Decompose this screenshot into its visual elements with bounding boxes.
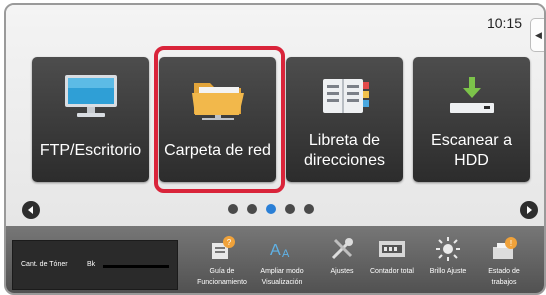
page-dot-active[interactable] <box>266 204 276 214</box>
next-page-button[interactable] <box>520 201 538 219</box>
tile-ftp-escritorio[interactable]: FTP/Escritorio <box>32 57 149 182</box>
download-to-hdd-icon <box>444 73 500 124</box>
job-status-button[interactable]: ! Estado de trabajos <box>476 232 532 293</box>
toner-level-bar <box>103 265 169 268</box>
tile-carpeta-de-red[interactable]: Carpeta de red <box>159 57 276 182</box>
svg-text:A: A <box>270 242 281 259</box>
total-count-button[interactable]: Contador total <box>364 232 420 293</box>
counter-icon <box>364 232 420 266</box>
brightness-button[interactable]: Brillo Ajuste <box>420 232 476 293</box>
page-dot[interactable] <box>228 204 238 214</box>
svg-text:A: A <box>282 248 290 260</box>
previous-page-button[interactable] <box>22 201 40 219</box>
display-zoom-button[interactable]: A A Ampliar modo Visualización <box>254 232 310 293</box>
page-dot[interactable] <box>304 204 314 214</box>
shortcut-label: Estado de trabajos <box>488 268 520 286</box>
chevron-right-icon <box>527 206 532 214</box>
tools-icon <box>314 232 370 266</box>
svg-text:!: ! <box>510 239 512 248</box>
tile-escanear-a-hdd[interactable]: Escanear a HDD <box>413 57 530 182</box>
folder-icon <box>190 73 246 126</box>
tile-label: Escanear a HDD <box>431 132 512 169</box>
page-indicator <box>228 204 314 214</box>
shortcut-label: Contador total <box>370 268 414 275</box>
settings-button[interactable]: Ajustes <box>314 232 370 293</box>
toner-label: Cant. de Tóner <box>21 261 68 268</box>
side-tab-toggle[interactable]: ◀ <box>530 18 544 52</box>
help-book-icon: ? <box>194 232 250 266</box>
tile-libreta-de-direcciones[interactable]: Libreta de direcciones <box>286 57 403 182</box>
address-book-icon <box>317 73 373 124</box>
job-status-icon: ! <box>476 232 532 266</box>
system-bar: Cant. de Tóner Bk ? Guía de Funcionamien… <box>6 226 544 293</box>
brightness-icon <box>420 232 476 266</box>
tile-label: Libreta de direcciones <box>304 132 385 169</box>
chevron-left-icon <box>28 206 33 214</box>
tile-label: FTP/Escritorio <box>39 142 142 159</box>
home-screen: 10:15 ◀ FTP/Escritorio Carpeta de red Li… <box>6 5 544 226</box>
shortcut-label: Ampliar modo Visualización <box>260 268 304 286</box>
toner-status: Cant. de Tóner Bk <box>12 240 178 290</box>
svg-text:?: ? <box>227 238 232 247</box>
tile-label: Carpeta de red <box>164 142 271 159</box>
monitor-icon <box>63 73 119 124</box>
clock: 10:15 <box>486 15 522 31</box>
shortcut-label: Ajustes <box>330 268 354 275</box>
arrow-left-icon: ◀ <box>535 29 542 40</box>
page-dot[interactable] <box>285 204 295 214</box>
touch-panel: 10:15 ◀ FTP/Escritorio Carpeta de red Li… <box>4 3 546 295</box>
guide-button[interactable]: ? Guía de Funcionamiento <box>194 232 250 293</box>
page-dot[interactable] <box>247 204 257 214</box>
shortcut-label: Brillo Ajuste <box>429 268 467 275</box>
shortcut-label: Guía de Funcionamiento <box>197 268 247 286</box>
text-zoom-icon: A A <box>254 232 310 266</box>
toner-color-code: Bk <box>87 261 96 268</box>
